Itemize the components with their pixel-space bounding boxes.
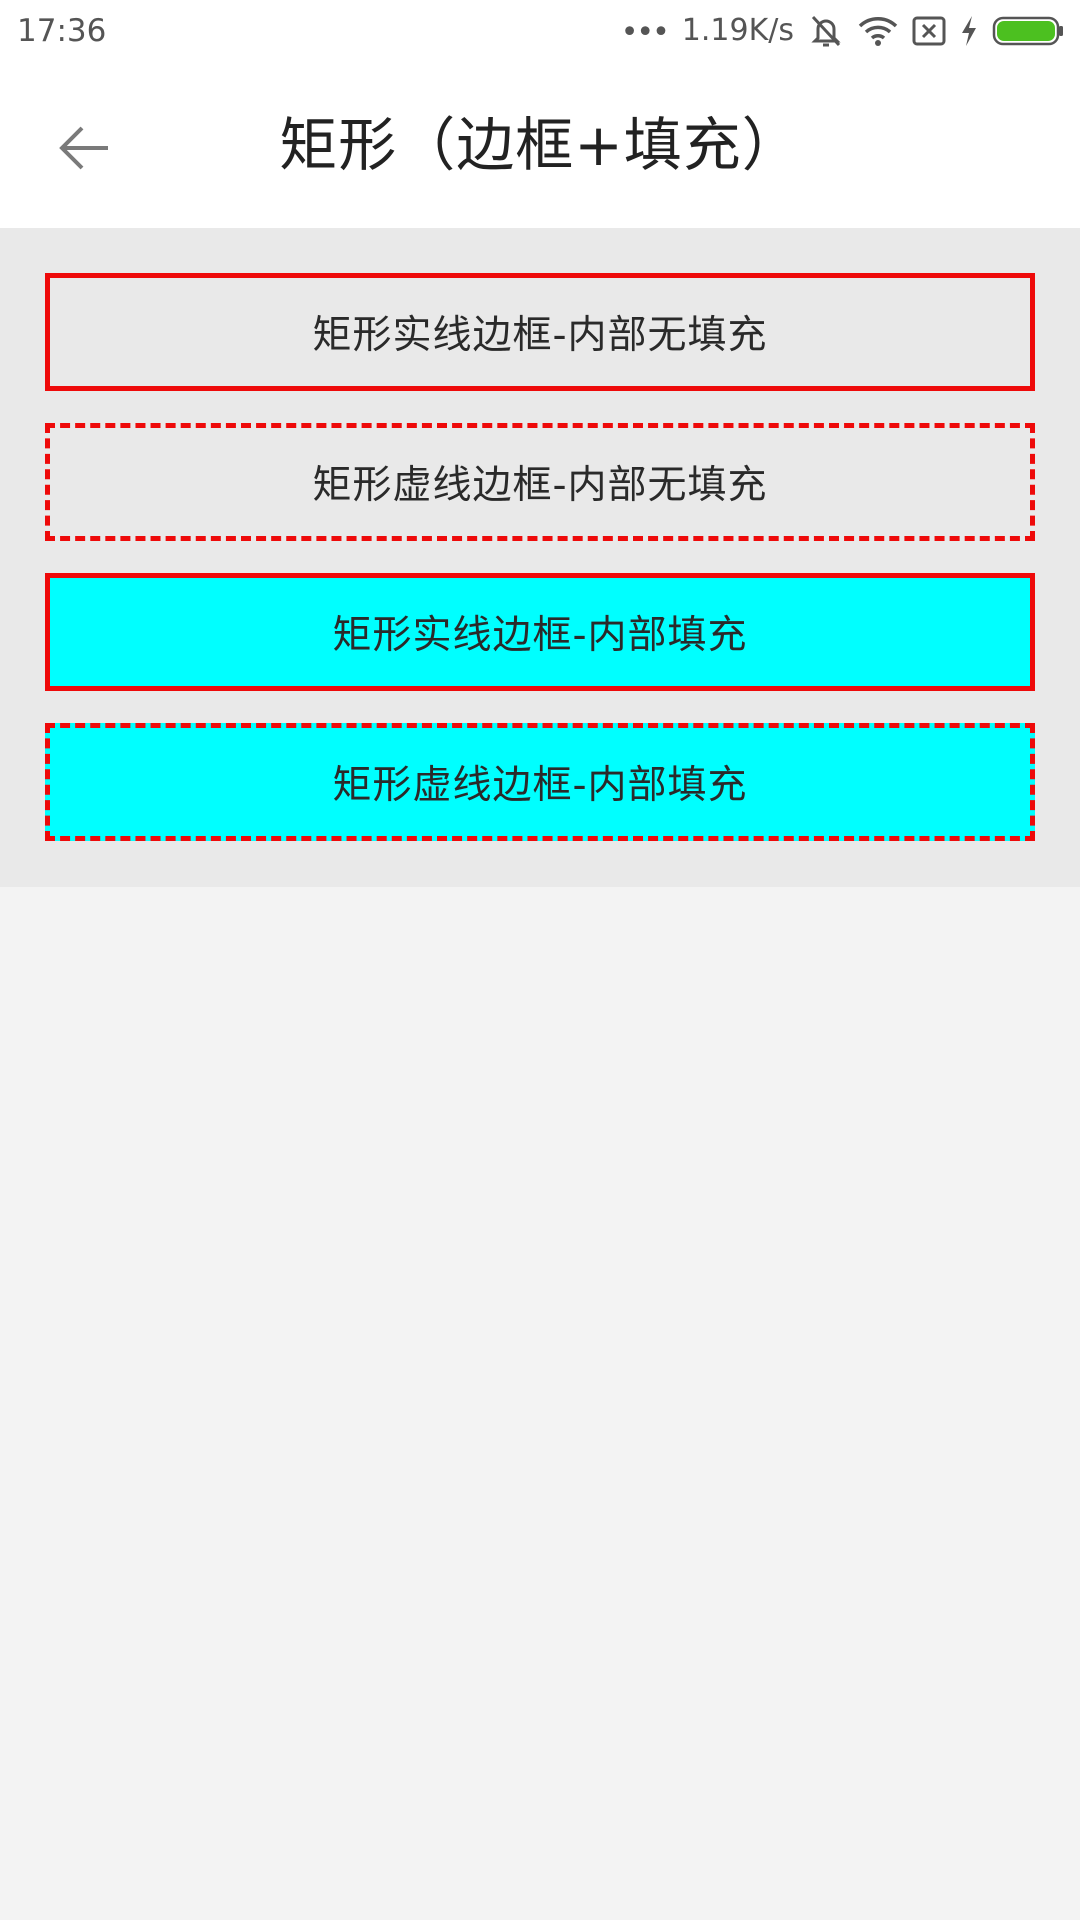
status-icons: ••• 1.19K/s	[621, 8, 1064, 54]
wifi-icon	[858, 17, 898, 46]
more-notifications-icon: •••	[620, 15, 670, 50]
rect-label: 矩形实线边框-内部无填充	[312, 313, 768, 358]
rect-solid-border-filled: 矩形实线边框-内部填充	[45, 573, 1035, 691]
battery-icon	[992, 16, 1063, 46]
rect-solid-border-no-fill: 矩形实线边框-内部无填充	[45, 273, 1035, 391]
rect-label: 矩形实线边框-内部填充	[332, 613, 748, 658]
network-speed: 1.19K/s	[681, 13, 794, 48]
rect-label: 矩形虚线边框-内部填充	[332, 763, 748, 808]
rect-dashed-border-no-fill: 矩形虚线边框-内部无填充	[45, 423, 1035, 541]
rect-label: 矩形虚线边框-内部无填充	[312, 463, 768, 508]
status-bar: 17:36 ••• 1.19K/s	[0, 0, 1080, 62]
page-title: 矩形（边框+填充）	[279, 111, 801, 179]
app-bar: 矩形（边框+填充）	[0, 62, 1080, 228]
rectangle-samples: 矩形实线边框-内部无填充 矩形虚线边框-内部无填充 矩形实线边框-内部填充 矩形…	[0, 228, 1080, 887]
charging-icon	[962, 16, 976, 46]
status-time: 17:36	[17, 13, 107, 49]
empty-area	[0, 887, 1080, 1920]
rect-dashed-border-filled: 矩形虚线边框-内部填充	[45, 723, 1035, 841]
no-sim-icon	[912, 16, 946, 46]
mute-icon	[811, 15, 841, 47]
